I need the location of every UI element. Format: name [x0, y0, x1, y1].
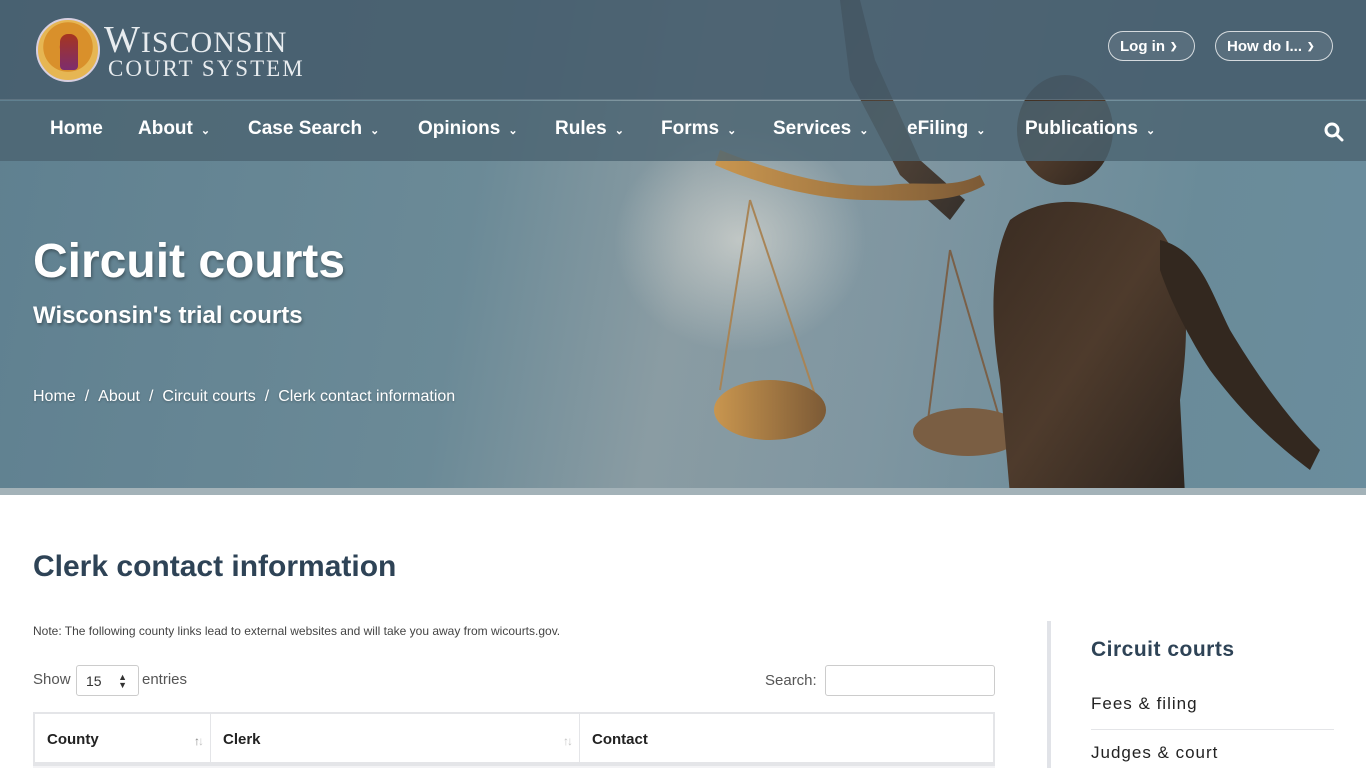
how-do-i-label: How do I... [1227, 37, 1302, 55]
chevron-down-icon: ⌄ [508, 124, 518, 137]
breadcrumb-separator: / [264, 388, 270, 405]
section-heading: Clerk contact information [33, 550, 397, 583]
breadcrumb-circuit-courts[interactable]: Circuit courts [162, 388, 255, 406]
search-icon[interactable] [1322, 120, 1346, 144]
column-label: Clerk [223, 730, 261, 748]
breadcrumb: Home / About / Circuit courts / Clerk co… [33, 388, 455, 406]
column-header-contact: Contact [580, 714, 993, 764]
chevron-down-icon: ⌄ [727, 124, 737, 137]
table-search-input[interactable] [825, 665, 995, 696]
sidebar-link-judges-court[interactable]: Judges & court [1091, 743, 1218, 763]
chevron-down-icon: ❯ [1170, 40, 1178, 51]
nav-label: Publications [1025, 118, 1138, 139]
sort-icon: ↑↓ [563, 734, 573, 748]
nav-item-publications[interactable]: Publications ⌄ [1025, 118, 1155, 140]
page-title: Circuit courts [33, 235, 346, 288]
nav-label: Home [50, 118, 103, 139]
site-logo[interactable]: WISCONSIN COURT SYSTEM [36, 18, 305, 82]
nav-label: Opinions [418, 118, 501, 139]
breadcrumb-separator: / [84, 388, 90, 405]
sidebar-divider [1047, 621, 1051, 768]
nav-item-forms[interactable]: Forms ⌄ [661, 118, 736, 140]
nav-item-efiling[interactable]: eFiling ⌄ [907, 118, 985, 140]
select-arrows-icon: ▲ ▼ [118, 672, 127, 690]
chevron-down-icon: ❯ [1307, 40, 1315, 51]
table-header-row: County ↑↓ Clerk ↑↓ Contact [33, 712, 995, 768]
entries-value: 15 [86, 672, 102, 689]
nav-item-about[interactable]: About ⌄ [138, 118, 210, 140]
logo-line2: COURT SYSTEM [108, 55, 305, 81]
show-label: Show [33, 671, 71, 688]
login-label: Log in [1120, 37, 1165, 55]
sort-ascending-icon: ↑↓ [194, 734, 204, 748]
nav-label: Case Search [248, 118, 363, 139]
external-links-note: Note: The following county links lead to… [33, 624, 561, 638]
court-seal-icon [36, 18, 100, 82]
nav-item-opinions[interactable]: Opinions ⌄ [418, 118, 518, 140]
nav-label: Forms [661, 118, 720, 139]
nav-item-home[interactable]: Home [50, 118, 103, 140]
chevron-down-icon: ⌄ [370, 124, 380, 137]
nav-label: eFiling [907, 118, 969, 139]
hero-bottom-strip [0, 488, 1366, 495]
chevron-down-icon: ⌄ [859, 124, 869, 137]
chevron-down-icon: ⌄ [1145, 124, 1156, 137]
sidebar-link-divider [1091, 729, 1334, 730]
sidebar-title: Circuit courts [1091, 638, 1235, 661]
entries-label: entries [142, 671, 188, 688]
breadcrumb-about[interactable]: About [98, 388, 140, 406]
column-label: County [47, 730, 99, 748]
breadcrumb-current: Clerk contact information [278, 388, 456, 405]
chevron-down-icon: ⌄ [200, 124, 211, 137]
column-header-county[interactable]: County ↑↓ [35, 714, 211, 764]
nav-label: Rules [555, 118, 607, 139]
column-header-clerk[interactable]: Clerk ↑↓ [211, 714, 580, 764]
entries-per-page-select[interactable]: 15 ▲ ▼ [76, 665, 139, 696]
nav-label: About [138, 118, 193, 139]
chevron-down-icon: ⌄ [976, 124, 986, 137]
nav-item-case-search[interactable]: Case Search ⌄ [248, 118, 379, 140]
logo-line1: WISCONSIN [104, 18, 288, 61]
table-search-label: Search: [765, 672, 817, 689]
login-button[interactable]: Log in ❯ [1108, 31, 1195, 61]
column-label: Contact [592, 730, 648, 748]
sidebar-link-fees-filing[interactable]: Fees & filing [1091, 694, 1198, 714]
chevron-down-icon: ⌄ [614, 124, 624, 137]
how-do-i-button[interactable]: How do I... ❯ [1215, 31, 1333, 61]
page-subtitle: Wisconsin's trial courts [33, 302, 303, 329]
nav-label: Services [773, 118, 852, 139]
nav-item-rules[interactable]: Rules ⌄ [555, 118, 624, 140]
nav-item-services[interactable]: Services ⌄ [773, 118, 868, 140]
logo-text: WISCONSIN COURT SYSTEM [104, 21, 305, 80]
breadcrumb-separator: / [148, 388, 154, 405]
breadcrumb-home[interactable]: Home [33, 388, 76, 406]
